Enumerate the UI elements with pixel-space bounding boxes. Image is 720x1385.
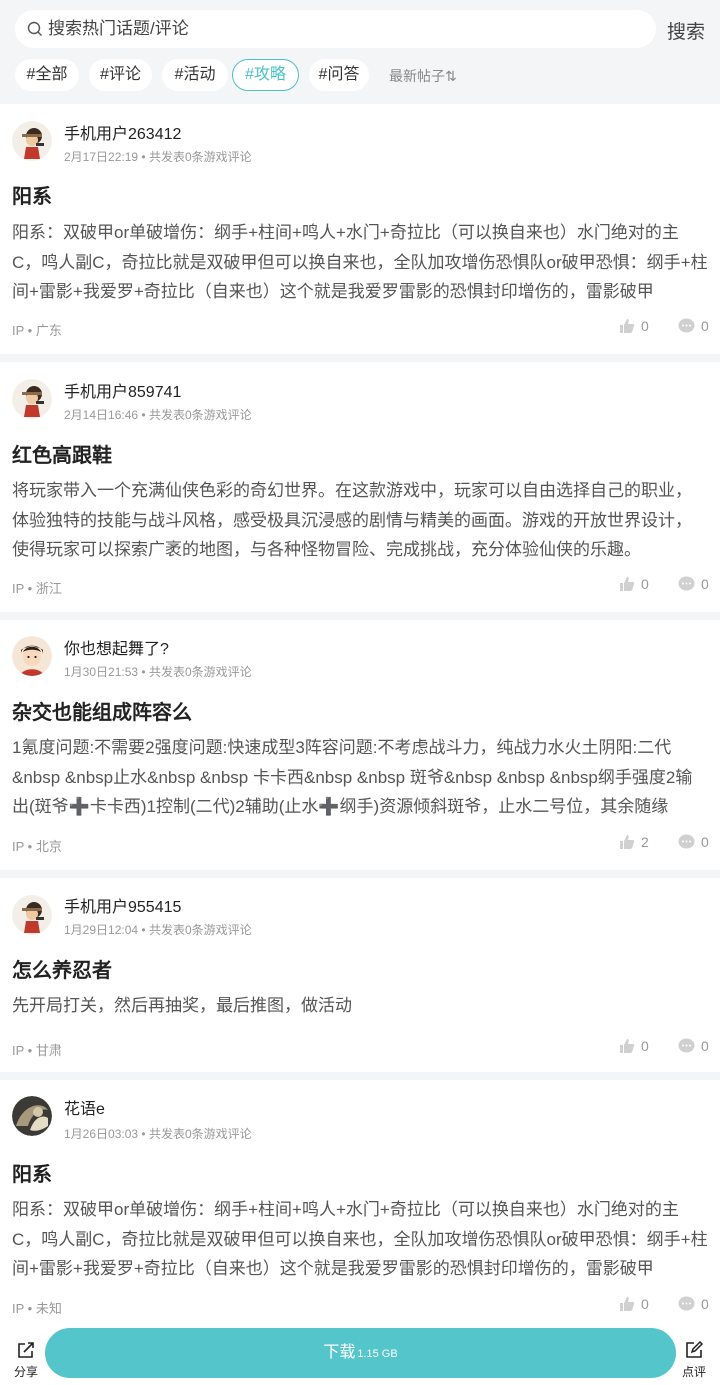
search-input[interactable] xyxy=(48,10,638,48)
post-card[interactable]: 手机用户955415 1月29日12:04 • 共发表0条游戏评论 怎么养忍者 … xyxy=(0,878,720,1072)
post-title[interactable]: 红色高跟鞋 xyxy=(12,439,112,468)
share-icon xyxy=(18,1342,34,1358)
thumb-up-icon xyxy=(620,319,635,333)
ip-location: IP • 未知 xyxy=(12,1301,62,1316)
edit-icon xyxy=(686,1340,704,1358)
avatar[interactable] xyxy=(12,121,52,161)
like-button[interactable]: 0 xyxy=(619,576,649,592)
post-card[interactable]: 手机用户263412 2月17日22:19 • 共发表0条游戏评论 阳系 阳系：… xyxy=(0,104,720,354)
post-meta: 1月29日12:04 • 共发表0条游戏评论 xyxy=(64,923,252,937)
comment-icon xyxy=(678,318,695,333)
post-body[interactable]: 先开局打关，然后再抽奖，最后推图，做活动 xyxy=(12,991,708,1021)
post-card[interactable]: 手机用户859741 2月14日16:46 • 共发表0条游戏评论 红色高跟鞋 … xyxy=(0,362,720,612)
post-meta: 2月14日16:46 • 共发表0条游戏评论 xyxy=(64,408,252,422)
thumb-up-icon xyxy=(620,1039,635,1053)
review-button[interactable]: 点评 xyxy=(676,1340,712,1380)
review-label: 点评 xyxy=(681,1365,706,1379)
post-meta: 1月30日21:53 • 共发表0条游戏评论 xyxy=(64,665,252,679)
post-title[interactable]: 阳系 xyxy=(12,180,52,209)
post-card[interactable]: 你也想起舞了? 1月30日21:53 • 共发表0条游戏评论 杂交也能组成阵容么… xyxy=(0,620,720,870)
username[interactable]: 手机用户263412 xyxy=(64,120,181,144)
post-meta: 2月17日22:19 • 共发表0条游戏评论 xyxy=(64,150,252,164)
tag-strategy[interactable]: #攻略 xyxy=(232,59,299,91)
search-button[interactable]: 搜索 xyxy=(667,17,705,44)
comment-icon xyxy=(678,1038,695,1053)
thumb-up-icon xyxy=(620,1297,635,1311)
comment-button[interactable]: 0 xyxy=(678,834,709,850)
ip-location: IP • 甘肃 xyxy=(12,1043,62,1058)
post-card[interactable]: 花语e 1月26日03:03 • 共发表0条游戏评论 阳系 阳系：双破甲or单破… xyxy=(0,1080,720,1325)
comment-icon xyxy=(678,1296,695,1311)
like-button[interactable]: 0 xyxy=(619,318,649,334)
bottom-bar: 分享 下载 1.15 GB 点评 xyxy=(0,1322,720,1385)
comment-button[interactable]: 0 xyxy=(678,318,709,334)
share-label: 分享 xyxy=(13,1365,38,1379)
avatar[interactable] xyxy=(12,636,52,676)
search-box[interactable] xyxy=(15,10,656,48)
search-icon xyxy=(27,21,42,36)
tag-review[interactable]: #评论 xyxy=(89,59,152,91)
avatar[interactable] xyxy=(12,379,52,419)
post-body[interactable]: 将玩家带入一个充满仙侠色彩的奇幻世界。在这款游戏中，玩家可以自由选择自己的职业，… xyxy=(12,476,708,565)
username[interactable]: 手机用户859741 xyxy=(64,378,181,402)
like-button[interactable]: 0 xyxy=(619,1038,649,1054)
like-button[interactable]: 2 xyxy=(619,834,649,850)
like-button[interactable]: 0 xyxy=(619,1296,649,1312)
tag-all[interactable]: #全部 xyxy=(15,59,79,91)
tag-qa[interactable]: #问答 xyxy=(309,59,369,91)
post-title[interactable]: 怎么养忍者 xyxy=(12,954,112,983)
username[interactable]: 花语e xyxy=(64,1095,105,1119)
comment-button[interactable]: 0 xyxy=(678,576,709,592)
post-meta: 1月26日03:03 • 共发表0条游戏评论 xyxy=(64,1127,252,1141)
download-button[interactable]: 下载 1.15 GB xyxy=(45,1328,676,1378)
ip-location: IP • 北京 xyxy=(12,839,62,854)
thumb-up-icon xyxy=(620,577,635,591)
post-title[interactable]: 阳系 xyxy=(12,1158,52,1187)
sort-dropdown[interactable]: 最新帖子⇅ xyxy=(389,66,457,86)
header: 搜索 #全部 #评论 #活动 #攻略 #问答 最新帖子⇅ xyxy=(0,0,720,104)
comment-icon xyxy=(678,834,695,849)
username[interactable]: 你也想起舞了? xyxy=(64,635,169,659)
avatar[interactable] xyxy=(12,895,52,935)
post-body[interactable]: 阳系：双破甲or单破增伤：纲手+柱间+鸣人+水门+奇拉比（可以换自来也）水门绝对… xyxy=(12,218,708,307)
comment-button[interactable]: 0 xyxy=(678,1038,709,1054)
comment-icon xyxy=(678,576,695,591)
share-button[interactable]: 分享 xyxy=(8,1340,44,1380)
ip-location: IP • 广东 xyxy=(12,323,62,338)
thumb-up-icon xyxy=(620,835,635,849)
comment-button[interactable]: 0 xyxy=(678,1296,709,1312)
username[interactable]: 手机用户955415 xyxy=(64,893,181,917)
ip-location: IP • 浙江 xyxy=(12,581,62,596)
post-body[interactable]: 阳系：双破甲or单破增伤：纲手+柱间+鸣人+水门+奇拉比（可以换自来也）水门绝对… xyxy=(12,1195,708,1284)
post-title[interactable]: 杂交也能组成阵容么 xyxy=(12,696,192,725)
tag-activity[interactable]: #活动 xyxy=(162,59,228,91)
avatar[interactable] xyxy=(12,1096,52,1136)
post-body[interactable]: 1氪度问题:不需要2强度问题:快速成型3阵容问题:不考虑战斗力，纯战力水火土阴阳… xyxy=(12,733,708,822)
